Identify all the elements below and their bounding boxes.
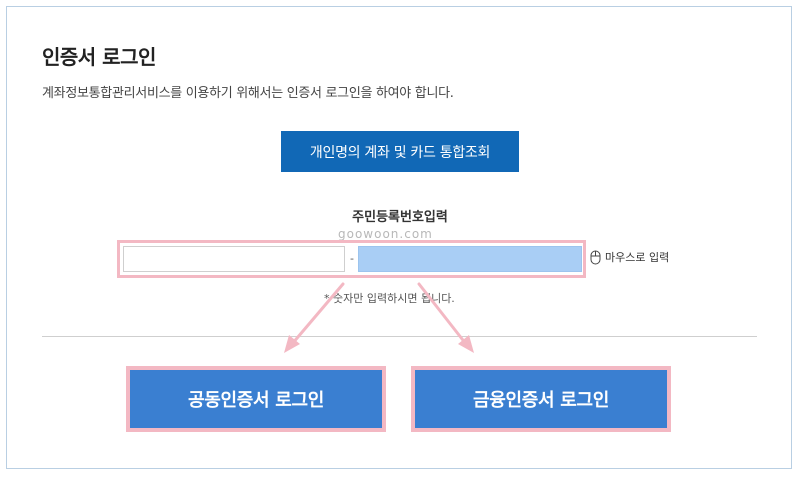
mouse-input-button[interactable]: 마우스로 입력 [590,249,669,265]
mouse-icon [590,250,601,265]
resident-number-front-input[interactable] [123,246,345,272]
mouse-input-label: 마우스로 입력 [605,251,670,264]
resident-number-back-input[interactable] [358,246,582,272]
resident-number-separator: - [350,252,354,265]
watermark: goowoon.com [338,227,433,241]
input-note: * 숫자만 입력하시면 됩니다. [324,292,455,305]
resident-number-group: - [117,240,586,278]
page-description: 계좌정보통합관리서비스를 이용하기 위해서는 인증서 로그인을 하여야 합니다. [42,86,454,101]
section-divider [42,336,757,337]
financial-certificate-login-button[interactable]: 금융인증서 로그인 [411,366,671,432]
joint-certificate-login-button[interactable]: 공동인증서 로그인 [126,366,386,432]
resident-number-label: 주민등록번호입력 [352,210,448,225]
account-card-lookup-button[interactable]: 개인명의 계좌 및 카드 통합조회 [281,131,519,172]
page-title: 인증서 로그인 [42,45,156,69]
